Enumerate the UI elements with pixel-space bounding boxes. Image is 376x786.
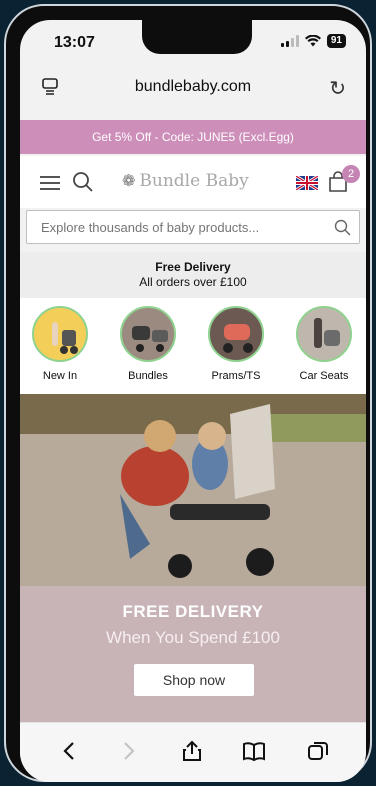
hero-title: FREE DELIVERY: [122, 602, 264, 621]
category-label: Bundles: [128, 370, 168, 382]
share-icon[interactable]: [180, 739, 204, 763]
back-icon[interactable]: [58, 739, 82, 763]
phone-frame: 13:07 91 bundlebaby.com ↻ Get 5% Off - C…: [4, 4, 372, 782]
menu-icon[interactable]: [40, 176, 60, 194]
delivery-subtitle: All orders over £100: [139, 275, 247, 289]
hero-subtitle: When You Spend £100: [106, 628, 280, 647]
category-bundles[interactable]: Bundles: [108, 306, 188, 382]
delivery-notice: Free Delivery All orders over £100: [20, 252, 366, 298]
category-image: [32, 306, 88, 362]
status-icons: 91: [280, 34, 346, 48]
category-image: [120, 306, 176, 362]
promo-banner[interactable]: Get 5% Off - Code: JUNE5 (Excl.Egg): [20, 120, 366, 154]
forward-icon[interactable]: [116, 739, 140, 763]
delivery-title: Free Delivery: [155, 260, 231, 274]
reload-icon[interactable]: ↻: [329, 76, 346, 101]
cart-button[interactable]: 2: [328, 165, 360, 198]
url-text[interactable]: bundlebaby.com: [20, 78, 366, 96]
notch: [142, 20, 252, 54]
search-input[interactable]: [27, 211, 317, 243]
status-time: 13:07: [54, 34, 95, 51]
bookmarks-icon[interactable]: [242, 739, 266, 763]
hero-banner[interactable]: FREE DELIVERY When You Spend £100 Shop n…: [20, 394, 366, 722]
shop-now-button[interactable]: Shop now: [134, 664, 254, 696]
browser-toolbar: [20, 722, 366, 782]
logo-text: Bundle Baby: [139, 171, 249, 191]
search-submit-icon[interactable]: [334, 219, 351, 236]
site-header: ❁ Bundle Baby 2: [20, 156, 366, 208]
uk-flag-icon[interactable]: [296, 176, 318, 190]
bundle-logo-icon: ❁: [122, 173, 136, 190]
browser-url-bar[interactable]: bundlebaby.com ↻: [20, 68, 366, 108]
battery-indicator: 91: [326, 34, 346, 48]
hero-image: [20, 394, 366, 586]
category-new-in[interactable]: New In: [20, 306, 100, 382]
product-search[interactable]: [26, 210, 360, 244]
wifi-icon: [304, 35, 321, 47]
cart-count-badge: 2: [342, 165, 360, 183]
screen: 13:07 91 bundlebaby.com ↻ Get 5% Off - C…: [20, 20, 366, 782]
category-prams[interactable]: Prams/TS: [196, 306, 276, 382]
signal-icon: [280, 35, 299, 47]
category-image: [208, 306, 264, 362]
category-label: Prams/TS: [211, 370, 261, 382]
category-image: [296, 306, 352, 362]
category-label: Car Seats: [299, 370, 349, 382]
category-row: New In Bundles Prams/TS Car Seats: [20, 298, 366, 394]
category-label: New In: [42, 370, 78, 382]
category-car-seats[interactable]: Car Seats: [284, 306, 364, 382]
search-icon[interactable]: [72, 171, 94, 193]
site-logo[interactable]: ❁ Bundle Baby: [122, 171, 249, 191]
tab-switcher-icon[interactable]: [306, 739, 330, 763]
